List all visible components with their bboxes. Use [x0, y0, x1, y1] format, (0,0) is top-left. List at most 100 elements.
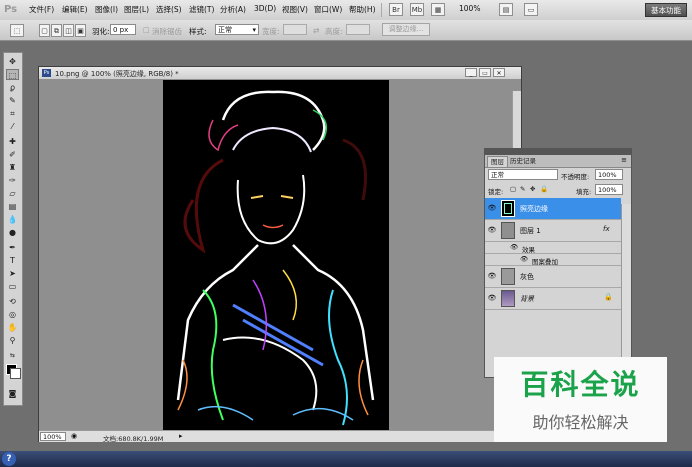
lock-label: 锁定: [488, 188, 504, 196]
menu-3d[interactable]: 3D(D) [254, 4, 276, 13]
dodge-tool-icon[interactable]: ● [6, 227, 19, 238]
new-selection-icon[interactable]: ▢ [39, 24, 50, 37]
menu-file[interactable]: 文件(F) [29, 4, 54, 15]
pattern-overlay-row[interactable]: 👁 图案叠加 [485, 254, 621, 266]
canvas-area[interactable] [39, 79, 521, 442]
status-menu-arrow-icon[interactable]: ▸ [179, 432, 183, 440]
layer-thumbnail [501, 200, 515, 217]
style-select[interactable]: 正常 ▾ [215, 24, 259, 35]
taskbar: ? [0, 451, 692, 467]
history-brush-tool-icon[interactable]: ✑ [6, 175, 19, 186]
menu-filter[interactable]: 滤镜(T) [189, 4, 214, 15]
layer-row-background[interactable]: 👁 背景 🔒 [485, 288, 621, 310]
fx-icon[interactable]: fx [603, 225, 610, 233]
lock-transparent-icon[interactable]: ▢ [510, 185, 516, 193]
minibridge-icon[interactable]: Mb [410, 3, 424, 16]
move-tool-icon[interactable]: ✥ [6, 56, 19, 67]
layer-row-gray[interactable]: 👁 灰色 [485, 266, 621, 288]
lock-pixels-icon[interactable]: ✎ [520, 185, 525, 193]
add-selection-icon[interactable]: ⧉ [51, 24, 62, 37]
quick-select-tool-icon[interactable]: ✎ [6, 95, 19, 106]
width-input[interactable] [283, 24, 307, 35]
bridge-icon[interactable]: Br [389, 3, 403, 16]
shape-tool-icon[interactable]: ▭ [6, 281, 19, 292]
lock-position-icon[interactable]: ✥ [530, 185, 535, 193]
height-input[interactable] [346, 24, 370, 35]
style-label: 样式: [189, 27, 207, 36]
eye-icon[interactable]: 👁 [487, 272, 497, 280]
panel-menu-icon[interactable]: ≡ [621, 156, 627, 164]
watermark-title: 百科全说 [520, 368, 641, 401]
subtract-selection-icon[interactable]: ◫ [63, 24, 74, 37]
menu-window[interactable]: 窗口(W) [314, 4, 342, 15]
tab-layers[interactable]: 图层 [487, 156, 508, 167]
clone-stamp-tool-icon[interactable]: ♜ [6, 162, 19, 173]
layers-scrollbar[interactable] [621, 204, 631, 364]
artwork-image [163, 80, 389, 430]
help-icon[interactable]: ? [2, 452, 16, 466]
workspace-button[interactable]: 基本功能 [645, 3, 687, 17]
marquee-tool-preset-icon[interactable]: ⬚ [10, 24, 24, 37]
document-ps-icon: Ps [42, 69, 51, 77]
close-icon[interactable]: ✕ [493, 68, 505, 77]
antialias-checkbox[interactable]: ☐ [143, 26, 150, 35]
eyedropper-tool-icon[interactable]: ⁄ [6, 121, 19, 132]
feather-input[interactable]: 0 px [110, 24, 136, 35]
blend-mode-select[interactable]: 正常 [488, 169, 558, 180]
status-zoom-input[interactable]: 100% [40, 432, 66, 441]
gradient-tool-icon[interactable]: ▤ [6, 201, 19, 212]
hand-tool-icon[interactable]: ✋ [6, 322, 19, 333]
healing-brush-tool-icon[interactable]: ✚ [6, 136, 19, 147]
arrange-docs-icon[interactable]: ▤ [499, 3, 513, 16]
document-window: Ps 10.png @ 100% (照亮边缘, RGB/8) * _ ▭ ✕ 1… [38, 66, 522, 443]
pattern-overlay-eye-icon[interactable]: 👁 [520, 255, 528, 263]
menu-select[interactable]: 选择(S) [156, 4, 182, 15]
3d-rotate-tool-icon[interactable]: ⟲ [6, 296, 19, 307]
pen-tool-icon[interactable]: ✒ [6, 242, 19, 253]
minimize-icon[interactable]: _ [465, 68, 477, 77]
lock-all-icon[interactable]: 🔒 [540, 185, 548, 193]
screen-mode-icon[interactable]: ▭ [524, 3, 538, 16]
menu-analysis[interactable]: 分析(A) [220, 4, 246, 15]
extras-icon[interactable]: ▦ [431, 3, 445, 16]
background-color-swatch[interactable] [10, 368, 21, 379]
menu-layer[interactable]: 图层(L) [124, 4, 149, 15]
zoom-tool-icon[interactable]: ⚲ [6, 335, 19, 346]
restore-icon[interactable]: ▭ [479, 68, 491, 77]
reset-colors-icon[interactable]: ⇆ [6, 350, 19, 361]
swap-icon[interactable]: ⇄ [313, 26, 319, 35]
antialias-label: 消除锯齿 [152, 27, 182, 36]
opacity-input[interactable]: 100% [595, 169, 623, 180]
effects-label: 效果 [522, 246, 535, 254]
menu-image[interactable]: 图像(I) [95, 4, 118, 15]
tab-history[interactable]: 历史记录 [507, 156, 539, 167]
path-select-tool-icon[interactable]: ➤ [6, 268, 19, 279]
zoom-level-dropdown[interactable]: 100% [459, 4, 480, 13]
type-tool-icon[interactable]: T [6, 255, 19, 266]
brush-tool-icon[interactable]: ✐ [6, 149, 19, 160]
rect-marquee-tool-icon[interactable]: ⬚ [6, 69, 19, 80]
menu-view[interactable]: 视图(V) [282, 4, 308, 15]
eye-icon[interactable]: 👁 [487, 294, 497, 302]
layer-row-glowing-edges[interactable]: 👁 照亮边缘 [485, 198, 621, 220]
eraser-tool-icon[interactable]: ▱ [6, 188, 19, 199]
quick-mask-icon[interactable]: ◙ [6, 388, 19, 399]
effects-row[interactable]: 👁 效果 [485, 242, 621, 254]
lasso-tool-icon[interactable]: ϼ [6, 82, 19, 93]
3d-orbit-tool-icon[interactable]: ◎ [6, 309, 19, 320]
glowing-edges-artwork[interactable] [163, 80, 389, 430]
menu-edit[interactable]: 编辑(E) [62, 4, 88, 15]
eye-icon[interactable]: 👁 [487, 226, 497, 234]
eye-icon[interactable]: 👁 [487, 204, 497, 212]
fill-input[interactable]: 100% [595, 184, 623, 195]
crop-tool-icon[interactable]: ⌗ [6, 108, 19, 119]
effects-eye-icon[interactable]: 👁 [510, 243, 518, 251]
watermark-subtitle: 助你轻松解决 [532, 413, 629, 432]
blur-tool-icon[interactable]: 💧 [6, 214, 19, 225]
fill-label: 填充: [576, 188, 592, 196]
status-info-icon[interactable]: ◉ [71, 432, 77, 440]
intersect-selection-icon[interactable]: ▣ [75, 24, 86, 37]
menu-help[interactable]: 帮助(H) [349, 4, 376, 15]
layer-row-layer1[interactable]: 👁 图层 1 fx [485, 220, 621, 242]
refine-edge-button[interactable]: 调整边缘... [382, 23, 430, 36]
